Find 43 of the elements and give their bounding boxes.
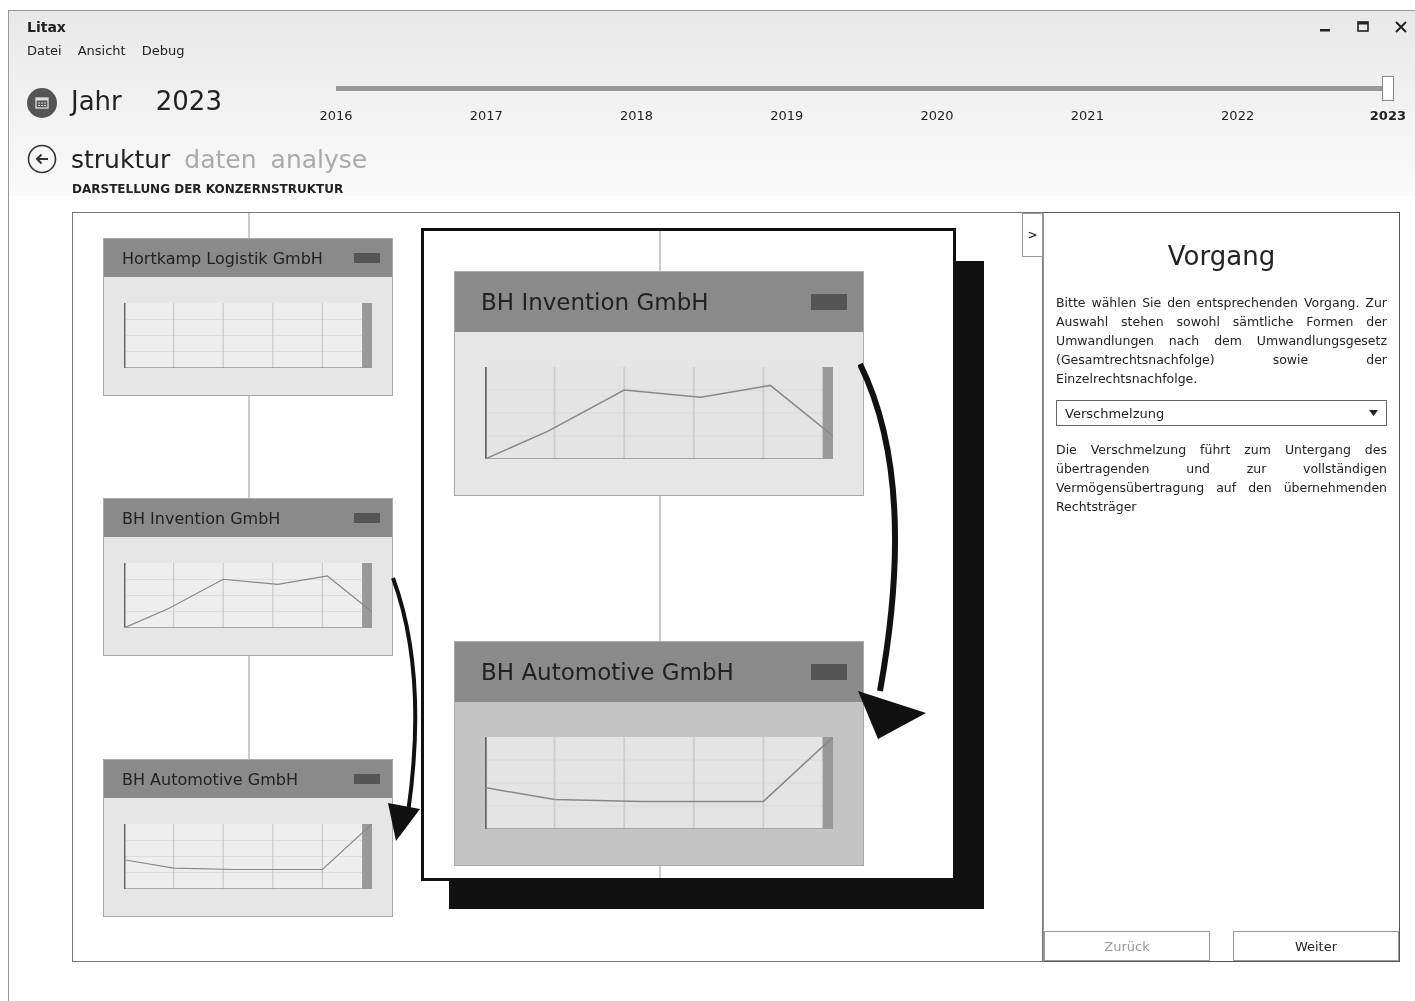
year-tick[interactable]: 2020 xyxy=(917,108,958,123)
collapse-button[interactable]: > xyxy=(1022,213,1043,257)
year-tick[interactable]: 2023 xyxy=(1367,108,1408,123)
panel-title: Vorgang xyxy=(1166,241,1277,271)
year-value: 2023 xyxy=(155,86,222,116)
close-icon[interactable] xyxy=(1395,21,1407,33)
legend-swatch xyxy=(811,664,847,680)
year-tick[interactable]: 2017 xyxy=(466,108,507,123)
year-slider[interactable] xyxy=(335,76,1394,102)
window-title: Litax xyxy=(27,19,66,35)
caret-icon xyxy=(1369,410,1378,416)
legend-swatch xyxy=(354,513,380,523)
legend-swatch xyxy=(354,774,380,784)
company-card[interactable]: BH Automotive GmbH xyxy=(454,641,864,866)
back-icon[interactable] xyxy=(27,144,57,174)
company-card[interactable]: BH Invention GmbH xyxy=(103,498,393,656)
menu-item[interactable]: Datei xyxy=(27,43,62,58)
maximize-icon[interactable] xyxy=(1357,21,1369,33)
section-subtitle: DARSTELLUNG DER KONZERNSTRUKTUR xyxy=(72,182,345,196)
description-text: Die Verschmelzung führt zum Untergang des übertragenden und zur vollständigen Vermögensübertragung auf den übernehmenden Rechtsträger xyxy=(1056,441,1387,516)
year-tick[interactable]: 2019 xyxy=(766,108,807,123)
year-tick[interactable]: 2022 xyxy=(1217,108,1258,123)
legend-swatch xyxy=(811,294,847,310)
company-name: BH Invention GmbH xyxy=(122,508,281,528)
company-name: BH Automotive GmbH xyxy=(481,659,734,685)
company-name: BH Automotive GmbH xyxy=(122,769,298,789)
year-label: Jahr xyxy=(71,86,122,116)
nav-tab[interactable]: struktur xyxy=(71,144,171,174)
nav-button[interactable]: Weiter xyxy=(1233,931,1399,961)
calendar-icon xyxy=(27,88,57,118)
year-tick[interactable]: 2021 xyxy=(1067,108,1108,123)
intro-text: Bitte wählen Sie den entsprechenden Vorgang. Zur Auswahl stehen sowohl sämtliche Formen der Umwandlungen nach dem Umwandlungsgesetz (Gesamtrechtsnachfolge) sowie der Einzelrechtsnachfolge. xyxy=(1056,294,1387,388)
menu-item[interactable]: Debug xyxy=(141,43,185,58)
company-name: Hortkamp Logistik GmbH xyxy=(122,248,323,268)
menu-item[interactable]: Ansicht xyxy=(77,43,126,58)
company-name: BH Invention GmbH xyxy=(481,289,709,315)
process-dropdown[interactable]: Verschmelzung xyxy=(1056,400,1387,426)
company-card[interactable]: Hortkamp Logistik GmbH xyxy=(103,238,393,396)
company-card[interactable]: BH Invention GmbH xyxy=(454,271,864,496)
year-tick[interactable]: 2016 xyxy=(315,108,356,123)
company-card[interactable]: BH Automotive GmbH xyxy=(103,759,393,917)
year-tick[interactable]: 2018 xyxy=(616,108,657,123)
legend-swatch xyxy=(354,253,380,263)
